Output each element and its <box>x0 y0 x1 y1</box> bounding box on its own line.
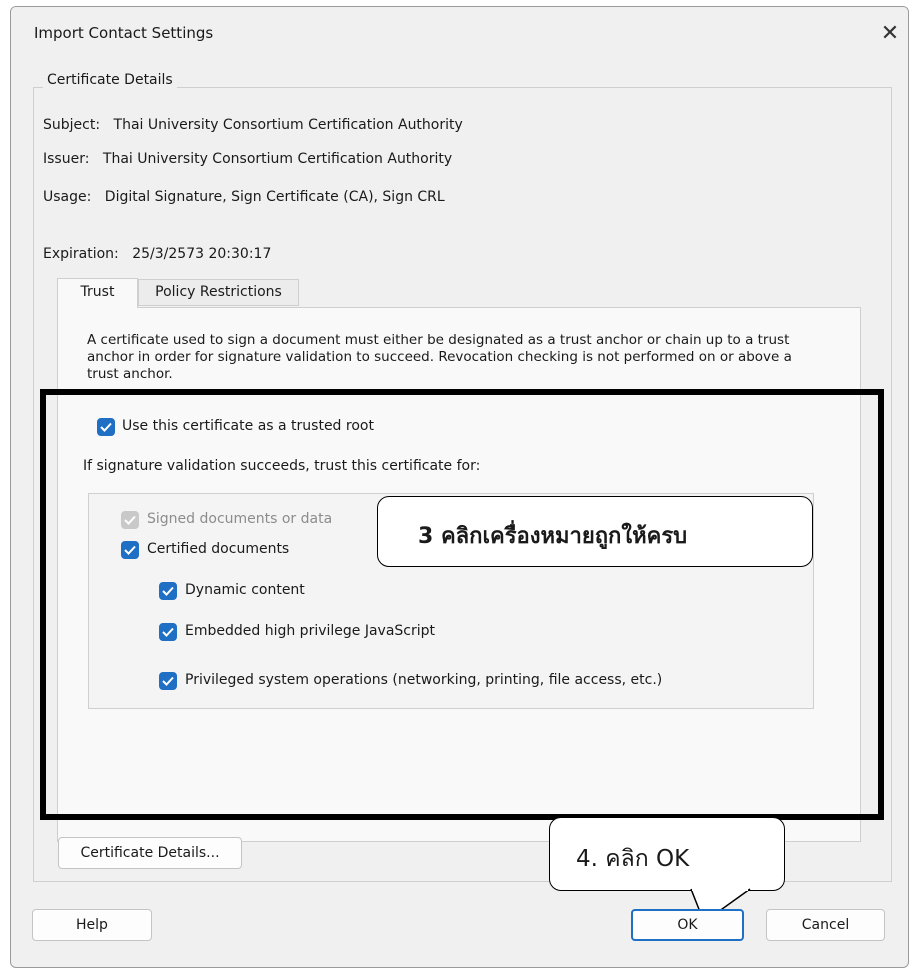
subject-label: Subject: <box>43 117 101 133</box>
subject-value: Thai University Consortium Certification… <box>113 117 463 133</box>
tab-trust[interactable]: Trust <box>57 278 138 308</box>
annotation-highlight-box <box>40 389 884 820</box>
expiration-label: Expiration: <box>43 246 119 262</box>
annotation-step4-callout: 4. คลิก OK <box>549 817 785 891</box>
dialog-title: Import Contact Settings <box>34 24 214 42</box>
help-button[interactable]: Help <box>32 909 152 941</box>
issuer-row: Issuer: Thai University Consortium Certi… <box>43 151 452 167</box>
annotation-step3-callout: 3 คลิกเครื่องหมายถูกให้ครบ <box>377 496 813 567</box>
cancel-button[interactable]: Cancel <box>766 909 885 941</box>
certificate-details-button[interactable]: Certificate Details... <box>58 837 242 869</box>
ok-button[interactable]: OK <box>631 909 744 941</box>
trust-description: A certificate used to sign a document mu… <box>87 332 792 382</box>
expiration-row: Expiration: 25/3/2573 20:30:17 <box>43 246 271 262</box>
certificate-details-legend: Certificate Details <box>43 72 177 88</box>
expiration-value: 25/3/2573 20:30:17 <box>132 246 272 262</box>
title-bar: Import Contact Settings ✕ <box>11 7 908 63</box>
issuer-value: Thai University Consortium Certification… <box>102 151 453 167</box>
usage-value: Digital Signature, Sign Certificate (CA)… <box>104 189 445 205</box>
close-icon[interactable]: ✕ <box>872 17 908 53</box>
usage-label: Usage: <box>43 189 92 205</box>
tab-policy-restrictions[interactable]: Policy Restrictions <box>138 279 299 306</box>
subject-row: Subject: Thai University Consortium Cert… <box>43 117 463 133</box>
usage-row: Usage: Digital Signature, Sign Certifica… <box>43 189 445 205</box>
issuer-label: Issuer: <box>43 151 90 167</box>
